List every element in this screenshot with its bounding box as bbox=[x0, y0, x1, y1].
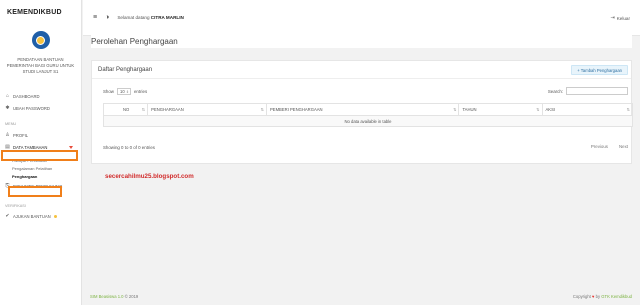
entries-value: 10 bbox=[119, 89, 125, 94]
footer-by: by bbox=[595, 294, 601, 299]
sort-icon: ⇅ bbox=[626, 107, 630, 112]
table-info: Showing 0 to 0 of 0 entries bbox=[103, 145, 155, 150]
highlight-box-awards bbox=[8, 186, 62, 197]
logo-wrap bbox=[0, 25, 81, 55]
chevron-down-icon bbox=[69, 145, 73, 149]
page-title: Perolehan Penghargaan bbox=[91, 34, 632, 48]
file-icon: ▤ bbox=[5, 144, 10, 150]
sidebar-section-menu: MENU bbox=[5, 122, 17, 126]
entries-label: entries bbox=[133, 89, 148, 94]
footer-year: © 2019 bbox=[124, 294, 139, 299]
sidebar-item-submit-aid[interactable]: ✔ AJUKAN BANTUAN bbox=[0, 210, 81, 222]
sort-icon: ⇅ bbox=[536, 107, 540, 112]
footer-copyright: Copyright bbox=[572, 294, 591, 299]
sort-icon: ⇅ bbox=[453, 107, 457, 112]
show-label: Show bbox=[103, 89, 114, 94]
column-header-giver[interactable]: PEMBERI PENGHARGAAN ⇅ bbox=[265, 103, 460, 116]
empty-table-message: No data available in table bbox=[103, 115, 633, 127]
org-name: PENDATAAN BANTUAN PEMERINTAH BAGI GURU U… bbox=[6, 57, 75, 74]
entries-select[interactable]: 10 ⇕ bbox=[116, 88, 131, 95]
next-button[interactable]: Next bbox=[619, 144, 628, 149]
footer-left: SIM Beasiswa 1.0 © 2019 bbox=[90, 294, 138, 299]
sidebar-item-change-password[interactable]: ✱ UBAH PASSWORD bbox=[0, 102, 81, 114]
sort-icon: ⇅ bbox=[141, 107, 146, 112]
add-award-button[interactable]: + Tambah Penghargaan bbox=[571, 65, 628, 75]
check-icon: ✔ bbox=[5, 213, 10, 219]
sort-icon: ⇅ bbox=[260, 107, 264, 112]
sidebar-item-label: UBAH PASSWORD bbox=[13, 105, 50, 111]
awards-table: NO ⇅ PENGHARGAAN ⇅ PEMBERI PENGHARGAAN ⇅ TA… bbox=[102, 103, 634, 127]
column-header-award[interactable]: PENGHARGAAN ⇅ bbox=[147, 103, 267, 116]
heart-icon: ♥ bbox=[591, 294, 595, 299]
footer-right: Copyright ♥ by GTK Kemdikbud bbox=[573, 294, 632, 299]
search-input[interactable] bbox=[566, 87, 628, 95]
select-arrows-icon: ⇕ bbox=[126, 89, 129, 94]
footer-app-name: SIM Beasiswa 1.0 bbox=[90, 294, 124, 299]
sidebar-item-dashboard[interactable]: ⌂ DASHBOARD bbox=[0, 90, 81, 102]
search-control: Search: bbox=[548, 87, 628, 95]
sidebar-section-verify: VERIFIKASI bbox=[5, 204, 26, 208]
column-header-year[interactable]: TAHUN ⇅ bbox=[458, 103, 543, 116]
ministry-logo-icon bbox=[31, 31, 50, 49]
greeting: Selamat datang CITRA MARLIN bbox=[117, 15, 183, 20]
greeting-text: Selamat datang bbox=[117, 15, 150, 20]
status-dot-icon bbox=[53, 214, 57, 218]
user-icon: ♙ bbox=[5, 132, 10, 138]
brand-title: KEMENDIKBUD bbox=[7, 9, 62, 16]
column-header-no[interactable]: NO ⇅ bbox=[102, 103, 149, 116]
watermark-text: secercahilmu25.blogspot.com bbox=[105, 173, 194, 180]
user-name: CITRA MARLIN bbox=[150, 15, 184, 20]
sidebar-item-label: DATA TAMBAHAN bbox=[13, 144, 48, 150]
awards-card: Daftar Penghargaan + Tambah Penghargaan … bbox=[91, 60, 634, 164]
menu-toggle-icon[interactable]: ≡ bbox=[93, 14, 97, 21]
sidebar-item-label: AJUKAN BANTUAN bbox=[13, 213, 51, 219]
column-header-action[interactable]: AKSI ⇅ bbox=[541, 103, 634, 116]
key-icon: ✱ bbox=[5, 105, 10, 111]
card-title: Daftar Penghargaan bbox=[98, 66, 153, 73]
logout-button[interactable]: ⇥ Keluar bbox=[611, 15, 630, 21]
table-row: No data available in table bbox=[103, 115, 633, 127]
sidebar-subitem-training[interactable]: Pengalaman Pelatihan bbox=[0, 164, 81, 172]
contrast-icon[interactable]: ◑ bbox=[105, 14, 109, 21]
logout-label: Keluar bbox=[616, 15, 630, 21]
logout-icon: ⇥ bbox=[610, 15, 615, 21]
sidebar-item-profile[interactable]: ♙ PROFIL bbox=[0, 129, 81, 141]
topbar: ≡ ◑ Selamat datang CITRA MARLIN ⇥ Keluar bbox=[83, 0, 640, 36]
highlight-box-extra-data bbox=[1, 150, 78, 161]
entries-control: Show 10 ⇕ entries bbox=[103, 88, 147, 95]
card-header: Daftar Penghargaan + Tambah Penghargaan bbox=[92, 61, 631, 79]
prev-button[interactable]: Previous bbox=[591, 144, 608, 149]
sidebar-item-label: PROFIL bbox=[13, 132, 29, 138]
footer-org[interactable]: GTK Kemdikbud bbox=[601, 294, 632, 299]
search-label: Search: bbox=[547, 88, 563, 94]
home-icon: ⌂ bbox=[5, 93, 10, 99]
sidebar-subitem-awards[interactable]: Penghargaan bbox=[0, 172, 81, 180]
pagination: Previous Next bbox=[580, 144, 628, 149]
sidebar-item-label: DASHBOARD bbox=[13, 93, 40, 99]
